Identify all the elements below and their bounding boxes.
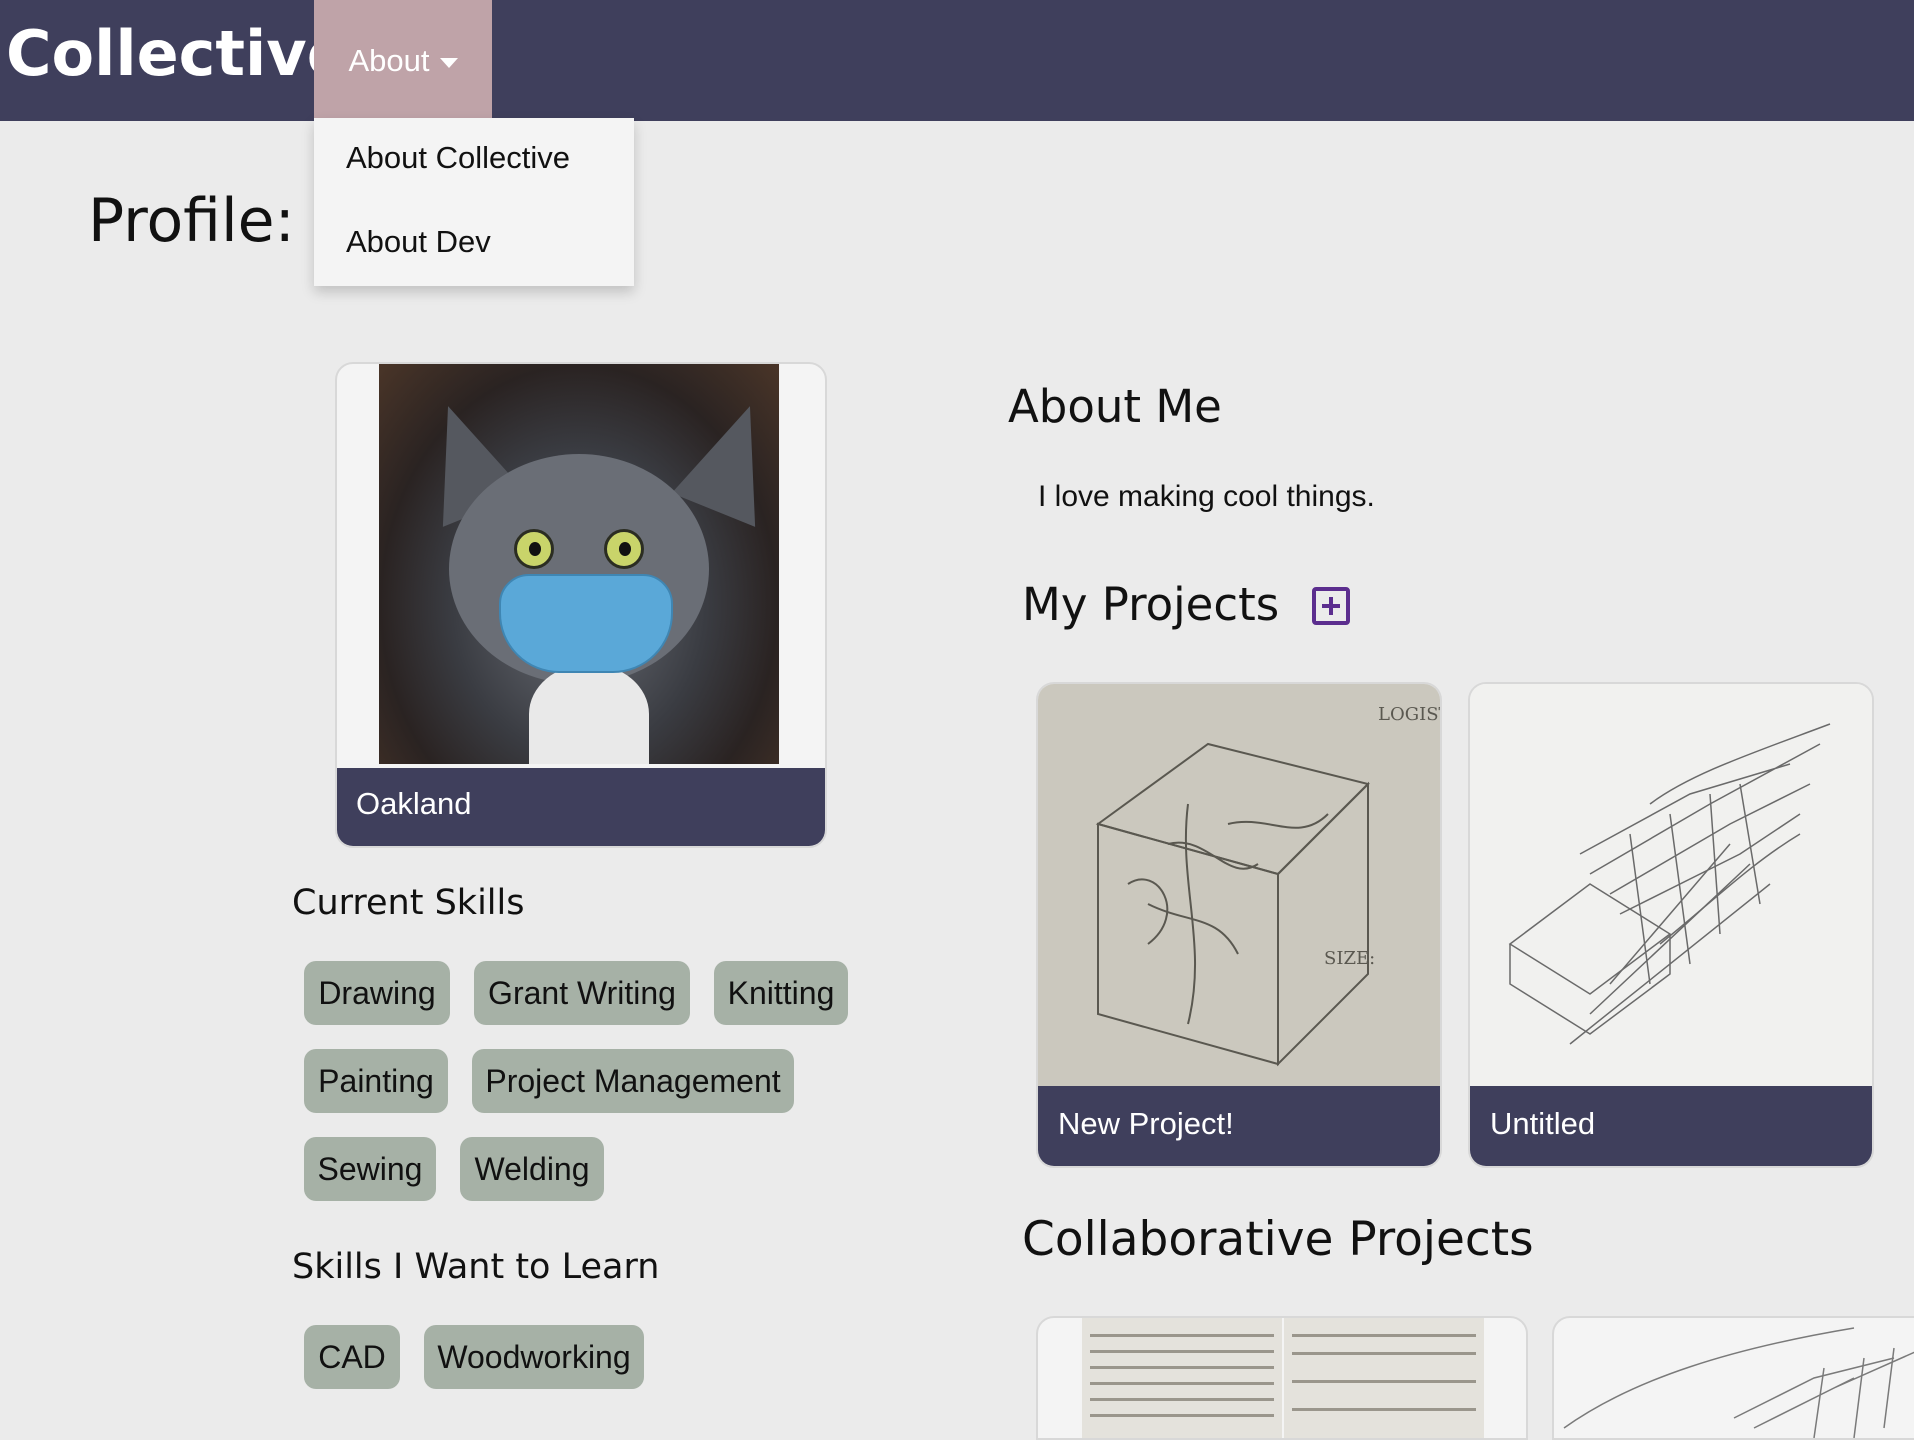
profile-location-bar: Oakland bbox=[337, 768, 825, 846]
cat-chest bbox=[529, 664, 649, 764]
my-projects-heading: My Projects bbox=[1022, 578, 1280, 631]
about-me-text: I love making cool things. bbox=[1038, 480, 1375, 513]
learn-skill-chip[interactable]: CAD bbox=[304, 1325, 400, 1389]
about-me-heading: About Me bbox=[1008, 380, 1222, 433]
face-mask bbox=[499, 574, 673, 673]
page-title: Profile: g bbox=[88, 186, 352, 256]
learn-skills-heading: Skills I Want to Learn bbox=[292, 1247, 660, 1287]
skill-chip[interactable]: Knitting bbox=[714, 961, 848, 1025]
profile-card: Oakland bbox=[335, 362, 827, 848]
project-thumbnail: LOGIST SIZE: bbox=[1038, 684, 1440, 1086]
add-project-icon[interactable] bbox=[1312, 587, 1350, 625]
architectural-sketch bbox=[1508, 723, 1831, 1045]
caret-down-icon bbox=[439, 57, 458, 68]
project-name: New Project! bbox=[1058, 1106, 1234, 1141]
project-name-bar: New Project! bbox=[1038, 1086, 1440, 1166]
nav-about-dropdown-toggle[interactable]: About bbox=[314, 0, 492, 121]
skill-chip[interactable]: Project Management bbox=[472, 1049, 794, 1113]
collab-project-card[interactable] bbox=[1552, 1316, 1914, 1440]
skill-chip[interactable]: Painting bbox=[304, 1049, 448, 1113]
skill-chip[interactable]: Welding bbox=[460, 1137, 604, 1201]
learn-skill-chip[interactable]: Woodworking bbox=[424, 1325, 644, 1389]
cat-eye-right bbox=[604, 529, 644, 569]
navbar: Collective About bbox=[0, 0, 1914, 121]
project-name-bar: Untitled bbox=[1470, 1086, 1872, 1166]
project-name: Untitled bbox=[1490, 1106, 1596, 1141]
current-skills-heading: Current Skills bbox=[292, 883, 525, 923]
svg-text:LOGIST: LOGIST bbox=[1378, 704, 1440, 725]
collab-project-card[interactable] bbox=[1036, 1316, 1528, 1440]
about-dropdown-menu: About Collective About Dev bbox=[314, 118, 634, 286]
skill-chip[interactable]: Sewing bbox=[304, 1137, 436, 1201]
sketch-drawing: LOGIST SIZE: bbox=[1095, 704, 1440, 1067]
collaborative-projects-heading: Collaborative Projects bbox=[1022, 1212, 1534, 1267]
brand-logo[interactable]: Collective bbox=[6, 14, 349, 94]
dropdown-item-about-dev[interactable]: About Dev bbox=[346, 224, 491, 260]
nav-about-label: About bbox=[348, 42, 430, 78]
project-thumbnail bbox=[1470, 684, 1872, 1086]
dropdown-item-about-collective[interactable]: About Collective bbox=[346, 140, 570, 176]
skill-chip[interactable]: Drawing bbox=[304, 961, 450, 1025]
cat-ear-right bbox=[671, 391, 797, 527]
profile-location: Oakland bbox=[356, 786, 472, 821]
project-card[interactable]: LOGIST SIZE: New Project! bbox=[1036, 682, 1442, 1168]
book-page-scan bbox=[1284, 1318, 1484, 1438]
architectural-sketch bbox=[1563, 1327, 1914, 1438]
project-card[interactable]: Untitled bbox=[1468, 682, 1874, 1168]
cat-eye-left bbox=[514, 529, 554, 569]
profile-photo bbox=[379, 364, 797, 764]
book-page-scan bbox=[1082, 1318, 1282, 1438]
svg-text:SIZE:: SIZE: bbox=[1324, 948, 1375, 969]
skill-chip[interactable]: Grant Writing bbox=[474, 961, 690, 1025]
